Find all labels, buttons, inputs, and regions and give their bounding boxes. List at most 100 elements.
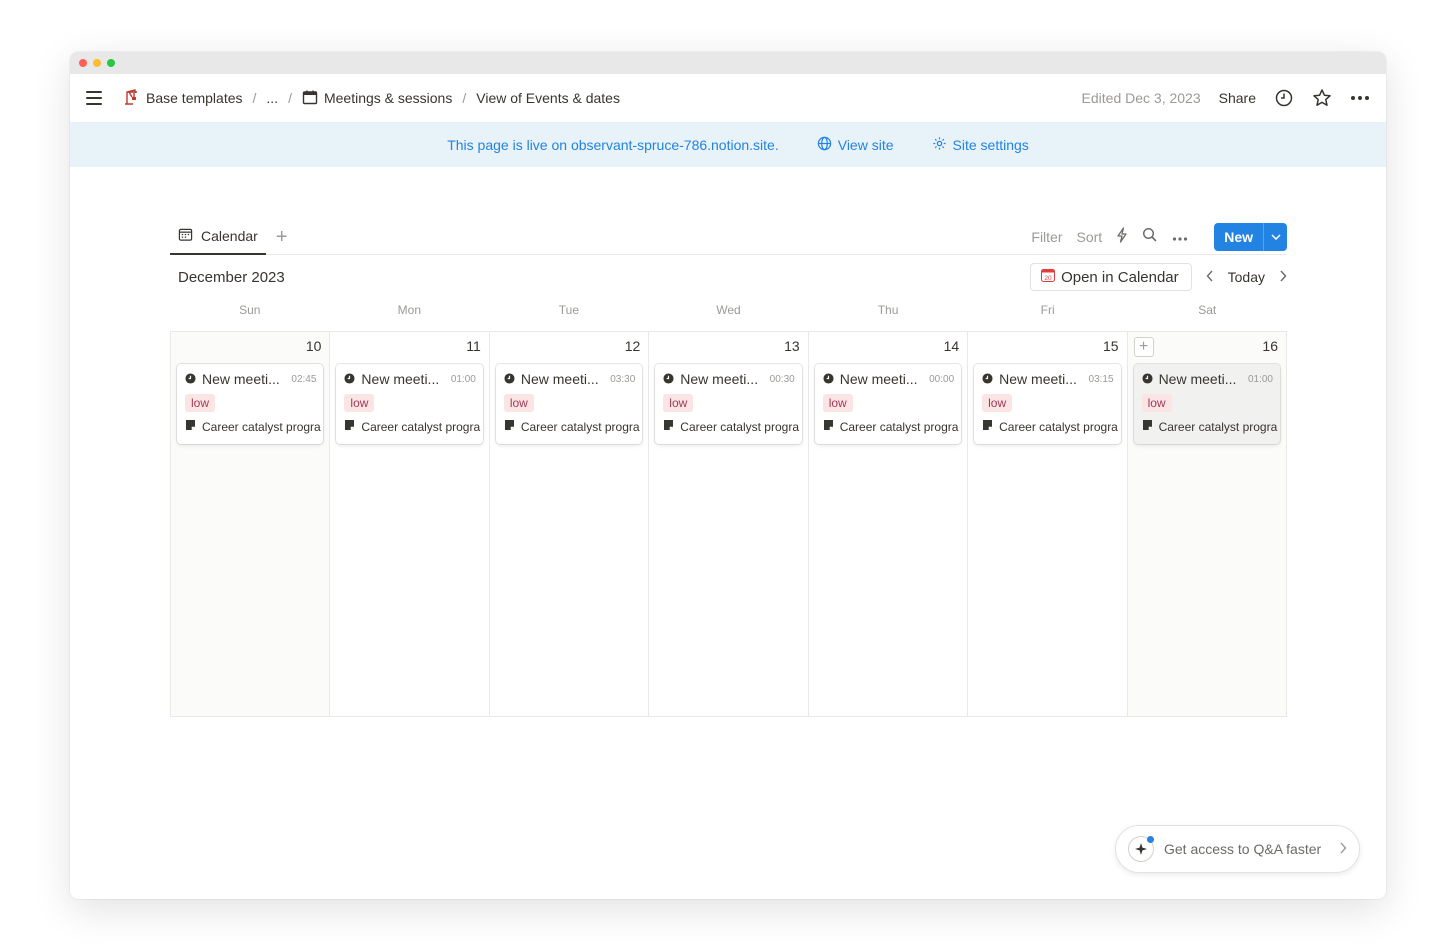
topbar-actions: Edited Dec 3, 2023 Share [1082,88,1370,108]
chevron-left-icon[interactable] [1206,269,1214,285]
edited-timestamp: Edited Dec 3, 2023 [1081,90,1201,106]
tab-calendar[interactable]: Calendar [170,219,266,255]
day-number: 12 [624,338,641,354]
menu-icon[interactable] [86,91,102,105]
banner-text[interactable]: This page is live on observant-spruce-78… [447,137,779,153]
automation-icon[interactable] [1116,227,1128,246]
calendar-app-icon: 20 [1041,268,1056,286]
chevron-right-icon[interactable] [1279,269,1287,285]
event-time: 00:30 [769,373,795,385]
clock-icon [504,371,515,387]
breadcrumb-ellipsis[interactable]: ... [266,90,278,106]
page-icon [663,419,674,434]
relation-label: Career catalyst progra [361,419,481,434]
event-card[interactable]: New meeti... 01:00 low Career catalyst pr… [1133,364,1280,444]
priority-tag: low [503,394,534,412]
svg-text:20: 20 [1044,275,1052,282]
day-cell[interactable]: + 16 New meeti... 01:00 low Career cataly… [1127,332,1287,716]
day-number: 16 [1262,338,1278,354]
chevron-down-icon[interactable] [1263,222,1287,251]
calendar-grid: 10 New meeti... 02:45 low Career catalyst… [170,331,1287,717]
clock-icon [823,371,834,387]
day-cell[interactable]: 15 New meeti... 03:15 low Career catalyst… [968,332,1128,716]
weekday-label: Tue [558,303,580,317]
clock-icon [982,371,993,387]
day-cell[interactable]: 12 New meeti... 03:30 low Career catalyst… [490,332,650,716]
clock-icon [1142,371,1153,387]
more-icon[interactable] [1350,88,1370,108]
event-card[interactable]: New meeti... 00:00 low Career catalyst pr… [814,364,962,444]
view-more-icon[interactable] [1172,229,1188,245]
clock-icon[interactable] [1274,88,1294,108]
event-time: 01:00 [450,373,476,385]
priority-tag: low [982,394,1013,412]
breadcrumb-base-templates[interactable]: Base templates [122,88,243,109]
minimize-window-button[interactable] [93,59,101,67]
star-icon[interactable] [1312,88,1332,108]
day-number: 13 [784,338,800,354]
event-card[interactable]: New meeti... 03:15 low Career catalyst pr… [974,364,1121,444]
breadcrumb-separator: / [288,90,292,106]
breadcrumb-current-view[interactable]: View of Events & dates [476,90,620,106]
add-event-icon[interactable]: + [1133,337,1154,357]
event-title: New meeti... [520,371,599,387]
globe-icon [817,136,832,154]
qa-button[interactable]: Get access to Q&A faster [1115,825,1360,873]
calendar-icon [302,89,318,108]
clock-icon [185,371,196,387]
relation-label: Career catalyst progra [680,419,799,434]
relation-label: Career catalyst progra [839,419,959,434]
view-toolbar: Calendar + Filter Sort New [170,219,1287,255]
breadcrumb-separator: / [462,90,467,106]
filter-button[interactable]: Filter [1031,229,1062,245]
event-card[interactable]: New meeti... 00:30 low Career catalyst pr… [655,364,802,444]
breadcrumb-label: Base templates [146,90,243,106]
day-number: 15 [1102,338,1119,354]
priority-tag: low [344,394,375,412]
share-button[interactable]: Share [1219,90,1256,106]
sort-button[interactable]: Sort [1077,229,1103,245]
relation-label: Career catalyst progra [202,419,321,434]
event-card[interactable]: New meeti... 03:30 low Career catalyst pr… [495,364,643,444]
tab-label: Calendar [201,227,258,244]
day-cell[interactable]: 10 New meeti... 02:45 low Career catalyst… [171,332,331,716]
event-title: New meeti... [1158,371,1237,387]
view-site-label: View site [837,136,894,153]
priority-tag: low [1141,394,1172,412]
new-button[interactable]: New [1214,222,1287,251]
event-card[interactable]: New meeti... 02:45 low Career catalyst pr… [177,364,324,444]
site-settings-label: Site settings [952,136,1029,153]
database-view: Calendar + Filter Sort New December 2023… [170,219,1287,717]
maximize-window-button[interactable] [107,59,115,67]
event-card[interactable]: New meeti... 01:00 low Career catalyst pr… [336,364,483,444]
day-cell[interactable]: 14 New meeti... 00:00 low Career catalyst… [809,332,969,716]
weekday-label: Wed [716,303,741,317]
event-title: New meeti... [680,371,759,387]
app-window: Base templates / ... / Meetings & sessio… [70,52,1386,899]
open-in-calendar-button[interactable]: 20 Open in Calendar [1030,263,1192,291]
add-view-icon[interactable]: + [276,227,288,247]
month-title: December 2023 [178,268,285,286]
breadcrumb-meetings[interactable]: Meetings & sessions [302,89,452,108]
open-in-calendar-label: Open in Calendar [1061,268,1179,286]
search-icon[interactable] [1142,227,1158,246]
priority-tag: low [663,394,694,412]
page-icon [982,419,993,434]
window-titlebar [70,52,1386,74]
day-cell[interactable]: 11 New meeti... 01:00 low Career catalyst… [330,332,490,716]
today-button[interactable]: Today [1228,269,1265,285]
event-time: 03:30 [610,373,636,385]
page-icon [823,419,834,434]
new-button-label[interactable]: New [1214,223,1263,251]
breadcrumb-label: View of Events & dates [476,90,620,106]
view-site-link[interactable]: View site [817,136,894,154]
page-icon [1142,419,1153,434]
site-settings-link[interactable]: Site settings [932,136,1029,154]
priority-tag: low [822,394,853,412]
live-site-banner: This page is live on observant-spruce-78… [70,122,1386,167]
close-window-button[interactable] [79,59,87,67]
topbar: Base templates / ... / Meetings & sessio… [70,74,1386,122]
clock-icon [344,371,355,387]
day-cell[interactable]: 13 New meeti... 00:30 low Career catalyst… [649,332,809,716]
weekday-label: Mon [397,303,422,317]
